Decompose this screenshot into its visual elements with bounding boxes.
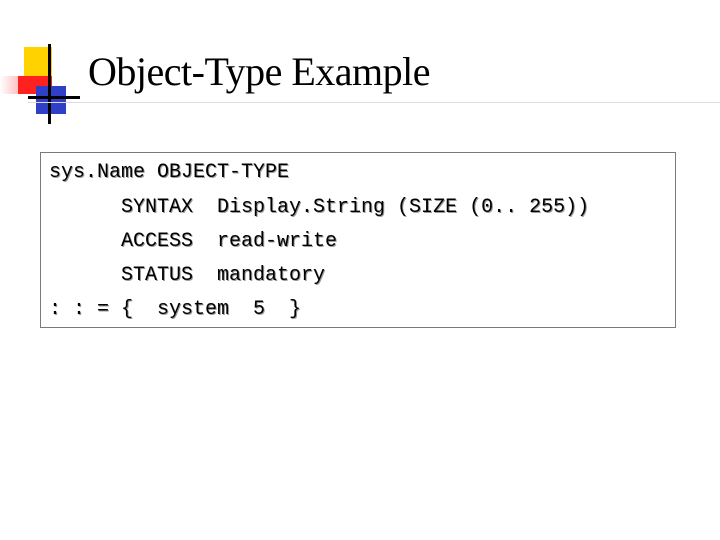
code-line: ACCESS read-write xyxy=(49,230,338,253)
title-divider xyxy=(28,102,720,103)
code-line: STATUS mandatory xyxy=(49,264,326,287)
code-block: sys.Name OBJECT-TYPE SYNTAX Display.Stri… xyxy=(40,152,676,328)
code-line: SYNTAX Display.String (SIZE (0.. 255)) xyxy=(49,196,590,219)
slide: Object-Type Example sys.Name OBJECT-TYPE… xyxy=(0,0,720,540)
slide-title: Object-Type Example xyxy=(88,49,431,94)
overlapping-squares-logo-icon xyxy=(0,44,80,124)
code-line: sys.Name OBJECT-TYPE xyxy=(49,161,290,184)
code-line: : : = { system 5 } xyxy=(49,298,302,321)
